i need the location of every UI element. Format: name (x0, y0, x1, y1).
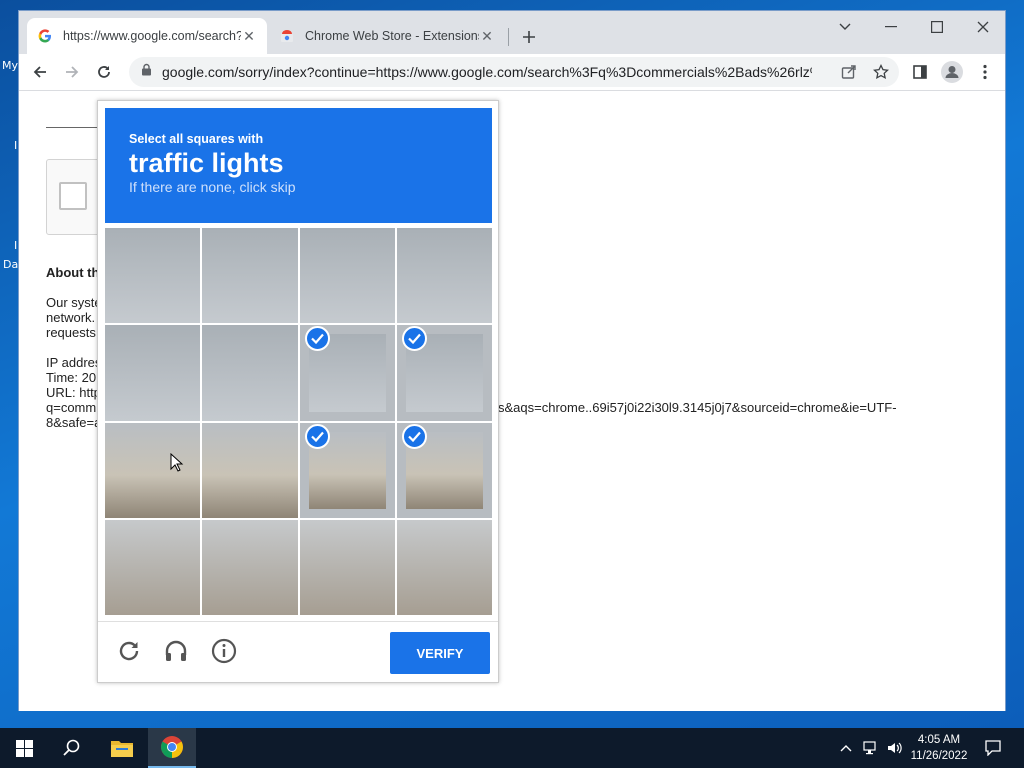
selected-check-icon (304, 326, 330, 352)
file-explorer-icon[interactable] (98, 728, 146, 768)
chrome-taskbar-icon[interactable] (148, 728, 196, 768)
captcha-challenge: Select all squares with traffic lights I… (97, 100, 499, 683)
notification-icon[interactable] (978, 728, 1008, 768)
new-tab-icon[interactable] (517, 25, 541, 49)
desktop-icon-label[interactable]: Da (3, 258, 18, 271)
tile-image (202, 325, 298, 421)
explain-line: Our syste (46, 295, 102, 310)
tab-chrome-web-store[interactable]: Chrome Web Store - Extensions ✕ (269, 18, 505, 54)
tile-image (105, 228, 201, 324)
captcha-tile[interactable] (299, 228, 395, 324)
captcha-header: Select all squares with traffic lights I… (105, 108, 492, 223)
captcha-tile[interactable] (299, 422, 395, 518)
url-tail: s&aqs=chrome..69i57j0i22i30l9.3145j0j7&s… (498, 400, 897, 415)
selected-check-icon (304, 423, 330, 449)
info-line: Time: 20 (46, 370, 97, 385)
search-icon[interactable] (48, 728, 96, 768)
share-icon[interactable] (837, 60, 861, 84)
captcha-tile[interactable] (202, 325, 298, 421)
tab-title: https://www.google.com/search?q (63, 29, 241, 43)
recaptcha-checkbox[interactable] (59, 182, 87, 210)
captcha-tile[interactable] (105, 325, 201, 421)
explain-line: requests (46, 325, 96, 340)
reload-challenge-icon[interactable] (114, 636, 144, 666)
audio-challenge-icon[interactable] (161, 636, 191, 666)
captcha-tile[interactable] (299, 519, 395, 615)
tile-image (202, 519, 298, 615)
forward-icon[interactable] (58, 58, 86, 86)
tile-image (105, 325, 201, 421)
taskbar: 4:05 AM 11/26/2022 (0, 728, 1024, 768)
tile-image (105, 519, 201, 615)
maximize-icon[interactable] (914, 11, 960, 43)
clock-time: 4:05 AM (917, 734, 961, 746)
network-icon[interactable] (860, 728, 882, 768)
minimize-icon[interactable] (868, 11, 914, 43)
captcha-tile[interactable] (396, 228, 492, 324)
about-heading: About th (46, 265, 100, 280)
tab-title: Chrome Web Store - Extensions (305, 29, 479, 43)
profile-avatar-icon[interactable] (938, 58, 966, 86)
url-text: google.com/sorry/index?continue=https://… (162, 64, 812, 80)
bookmark-star-icon[interactable] (869, 60, 893, 84)
captcha-tile[interactable] (202, 422, 298, 518)
captcha-tile[interactable] (299, 325, 395, 421)
toolbar: google.com/sorry/index?continue=https://… (19, 54, 1005, 91)
tab-separator (508, 28, 509, 46)
clock-date: 11/26/2022 (910, 750, 968, 762)
google-icon (37, 28, 53, 44)
info-line: 8&safe=a (46, 415, 102, 430)
captcha-tile[interactable] (396, 519, 492, 615)
tile-image (105, 422, 201, 518)
address-bar[interactable]: google.com/sorry/index?continue=https://… (129, 57, 899, 87)
tile-image (299, 228, 395, 324)
show-hidden-icons-icon[interactable] (836, 728, 856, 768)
close-tab-icon[interactable]: ✕ (241, 28, 257, 44)
captcha-tile[interactable] (105, 422, 201, 518)
info-icon[interactable] (209, 636, 239, 666)
selected-check-icon (401, 326, 427, 352)
volume-icon[interactable] (884, 728, 906, 768)
desktop-icon-label[interactable]: I (14, 239, 17, 252)
captcha-tile[interactable] (105, 519, 201, 615)
back-icon[interactable] (26, 58, 54, 86)
captcha-target: traffic lights (129, 148, 284, 178)
info-line: q=comm (46, 400, 97, 415)
chrome-web-store-icon (279, 28, 295, 44)
desktop-icon-label[interactable]: My (2, 59, 18, 72)
captcha-hint: If there are none, click skip (129, 179, 296, 195)
verify-button[interactable]: VERIFY (390, 632, 490, 674)
captcha-grid (105, 228, 492, 615)
tile-image (396, 519, 492, 615)
captcha-tile[interactable] (202, 228, 298, 324)
tile-image (202, 228, 298, 324)
tab-search-icon[interactable] (822, 11, 868, 43)
close-tab-icon[interactable]: ✕ (479, 28, 495, 44)
captcha-tile[interactable] (396, 422, 492, 518)
side-panel-icon[interactable] (906, 58, 934, 86)
captcha-tile[interactable] (396, 325, 492, 421)
info-line: IP addres (46, 355, 102, 370)
captcha-footer: VERIFY (98, 621, 498, 683)
captcha-tile[interactable] (202, 519, 298, 615)
reload-icon[interactable] (90, 58, 118, 86)
selected-check-icon (401, 423, 427, 449)
windows-start-icon[interactable] (0, 728, 48, 768)
menu-kebab-icon[interactable] (971, 58, 999, 86)
tile-image (299, 519, 395, 615)
desktop-icon-label[interactable]: I (14, 139, 17, 152)
captcha-tile[interactable] (105, 228, 201, 324)
tile-image (396, 228, 492, 324)
close-window-icon[interactable] (960, 11, 1006, 43)
lock-icon[interactable] (141, 63, 152, 81)
tab-google-search[interactable]: https://www.google.com/search?q ✕ (27, 18, 267, 54)
tile-image (202, 422, 298, 518)
info-line: URL: http (46, 385, 101, 400)
mouse-cursor-icon (170, 453, 184, 472)
clock[interactable]: 4:05 AM 11/26/2022 (908, 728, 970, 768)
explain-line: network. (46, 310, 96, 325)
captcha-instruction: Select all squares with (129, 132, 264, 146)
tab-strip: https://www.google.com/search?q ✕ Chrome… (19, 11, 1005, 54)
